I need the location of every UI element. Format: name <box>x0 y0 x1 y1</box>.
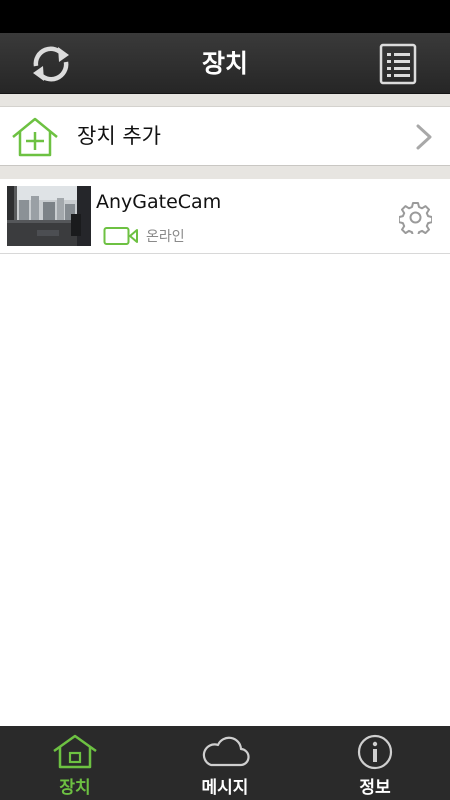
chevron-right-icon <box>416 124 432 150</box>
video-camera-icon <box>103 227 138 245</box>
gear-icon <box>397 202 434 238</box>
tab-info-label: 정보 <box>359 778 391 798</box>
home-icon <box>53 734 97 769</box>
tab-info[interactable]: 정보 <box>300 726 450 800</box>
cloud-icon <box>202 736 250 767</box>
list-button[interactable] <box>377 42 421 86</box>
list-icon <box>379 43 417 85</box>
device-thumbnail <box>7 186 91 246</box>
bottom-tab-bar: 장치 메시지 정보 <box>0 726 450 800</box>
tab-messages[interactable]: 메시지 <box>150 726 300 800</box>
info-icon <box>357 734 393 770</box>
refresh-button[interactable] <box>28 43 74 85</box>
device-name: AnyGateCam <box>96 191 222 213</box>
device-screen: 장치 장치 추가 AnyGateCam 온라인 장치 메시지 정보 <box>0 0 450 800</box>
separator <box>0 94 450 107</box>
add-device-button[interactable]: 장치 추가 <box>0 107 450 165</box>
app-bar: 장치 <box>0 33 450 94</box>
device-settings-button[interactable] <box>397 201 434 238</box>
separator <box>0 165 450 179</box>
status-bar <box>0 0 450 33</box>
tab-devices[interactable]: 장치 <box>0 726 150 800</box>
refresh-icon <box>33 46 69 82</box>
home-add-icon <box>12 117 58 157</box>
tab-messages-label: 메시지 <box>201 778 249 798</box>
add-device-label: 장치 추가 <box>77 124 161 148</box>
tab-devices-label: 장치 <box>59 778 91 798</box>
status-badge: 온라인 <box>146 229 185 245</box>
device-list-item[interactable]: AnyGateCam 온라인 <box>0 179 450 254</box>
